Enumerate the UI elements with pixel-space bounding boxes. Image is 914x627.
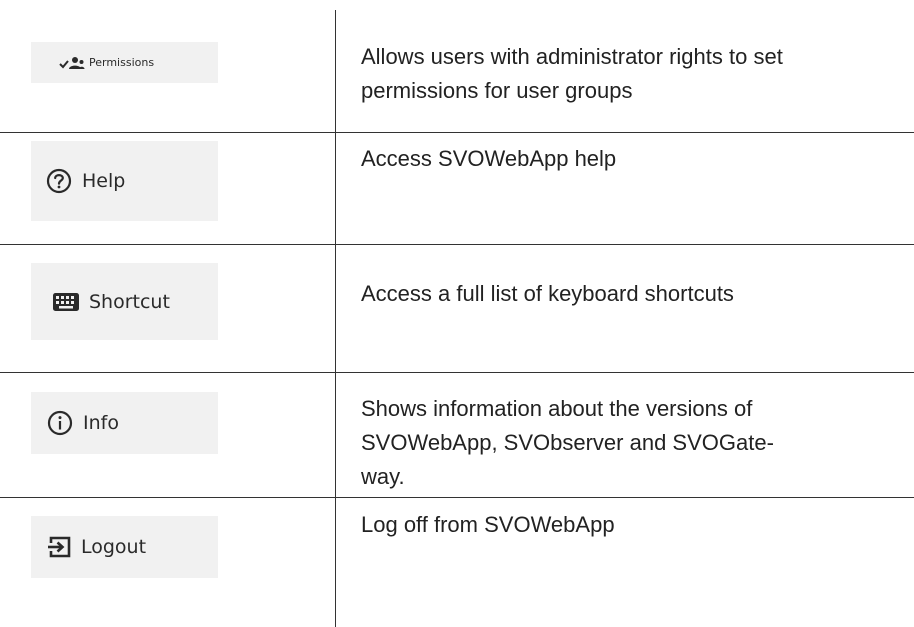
row-divider [0,244,914,245]
info-button-label: Info [83,412,119,434]
shortcut-button[interactable]: Shortcut [31,263,218,340]
logout-button[interactable]: Logout [31,516,218,578]
row-divider [0,497,914,498]
permissions-button[interactable]: Permissions [31,42,218,83]
row-divider [0,132,914,133]
logout-icon [47,534,73,560]
help-description: Access SVOWebApp help [361,146,617,171]
keyboard-icon [53,292,79,311]
column-divider [335,10,336,627]
shortcut-description: Access a full list of keyboard shortcuts [361,281,734,306]
logout-button-label: Logout [81,536,147,558]
row-divider [0,372,914,373]
logout-description: Log off from SVOWebApp [361,512,615,537]
info-button[interactable]: Info [31,392,218,454]
permissions-description: Allows users with administrator rights t… [361,44,783,103]
user-group-check-icon [59,55,85,71]
shortcut-button-label: Shortcut [89,290,170,313]
help-button-label: Help [82,170,126,192]
info-circle-icon [47,410,73,436]
info-description: Shows information about the versions of … [361,396,774,489]
help-button[interactable]: Help [31,141,218,221]
question-circle-icon [46,168,72,194]
permissions-button-label: Permissions [89,56,155,69]
